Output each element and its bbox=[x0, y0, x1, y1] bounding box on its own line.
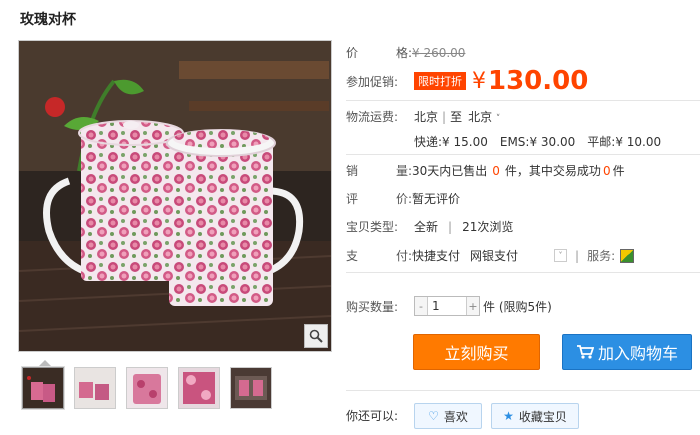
promo-price: 130.00 bbox=[488, 66, 589, 96]
label-char: 销 bbox=[346, 164, 359, 178]
divider bbox=[346, 100, 700, 101]
shipping-row: 物流运费: 北京 | 至 北京 ˅ bbox=[346, 108, 500, 125]
price-row: 价 格: ¥ 260.00 bbox=[346, 44, 465, 61]
service-icon[interactable] bbox=[620, 248, 635, 263]
main-product-image[interactable] bbox=[18, 40, 332, 352]
express-price: ¥ 15.00 bbox=[442, 134, 488, 149]
bank-pay: 网银支付 bbox=[470, 249, 519, 263]
price-label: 价 格: bbox=[346, 44, 412, 61]
sales-text: 件 bbox=[612, 164, 625, 178]
ems-label: EMS: bbox=[499, 134, 530, 149]
shipping-prices: 快递: ¥ 15.00 EMS: ¥ 30.00 平邮: ¥ 10.00 bbox=[414, 133, 661, 150]
heart-icon: ♡ bbox=[428, 409, 439, 423]
thumbnail-image bbox=[179, 368, 219, 408]
ems-price: ¥ 30.00 bbox=[529, 134, 576, 149]
type-label: 宝贝类型: bbox=[346, 220, 399, 234]
thumbnail-image bbox=[127, 368, 167, 408]
divider bbox=[346, 154, 700, 155]
promo-badge: 限时打折 bbox=[414, 72, 466, 90]
sold-count: 0 bbox=[492, 163, 500, 178]
quantity-row: 购买数量: - 1 + 件 (限购5件) bbox=[346, 296, 552, 316]
ship-from: 北京 bbox=[414, 110, 439, 124]
view-count: 21次浏览 bbox=[462, 220, 514, 234]
payment-row: 支 付: 快捷支付 网银支付 ˅ | 服务: bbox=[346, 247, 635, 264]
zoom-button[interactable] bbox=[304, 324, 328, 348]
mail-price: ¥ 10.00 bbox=[615, 134, 662, 149]
original-price: ¥ 260.00 bbox=[412, 45, 466, 60]
star-icon: ★ bbox=[503, 409, 514, 423]
separator: | bbox=[575, 248, 580, 263]
divider bbox=[346, 272, 700, 273]
label-char: 评 bbox=[346, 192, 359, 206]
thumbnail-image bbox=[75, 368, 115, 408]
ship-to-prefix: 至 bbox=[450, 110, 463, 124]
yen-symbol: ¥ bbox=[472, 68, 486, 94]
mugs-photo bbox=[19, 41, 331, 351]
thumbnail-image bbox=[231, 368, 271, 408]
add-cart-label: 加入购物车 bbox=[597, 344, 678, 363]
type-row: 宝贝类型: 全新 | 21次浏览 bbox=[346, 218, 513, 235]
thumbnail-pointer bbox=[39, 360, 51, 366]
product-title: 玫瑰对杯 bbox=[20, 12, 76, 28]
chevron-down-icon: ˅ bbox=[558, 251, 563, 260]
sales-text: 30天内已售出 bbox=[412, 164, 488, 178]
thumbnail-4[interactable] bbox=[178, 367, 220, 409]
quantity-stepper: - 1 + bbox=[414, 296, 480, 316]
quantity-limit: 件 (限购5件) bbox=[483, 299, 552, 314]
condition: 全新 bbox=[414, 220, 439, 234]
separator: | bbox=[448, 219, 453, 234]
buy-now-button[interactable]: 立刻购买 bbox=[413, 334, 540, 370]
sales-label: 销 量: bbox=[346, 162, 412, 179]
label-char: 付: bbox=[395, 249, 412, 263]
label-char: 量: bbox=[395, 164, 412, 178]
favorite-label: 收藏宝贝 bbox=[518, 409, 567, 424]
minus-button[interactable]: - bbox=[415, 297, 427, 315]
quantity-input[interactable]: 1 bbox=[427, 297, 467, 315]
mail-label: 平邮: bbox=[587, 135, 616, 149]
express-label: 快递: bbox=[414, 135, 443, 149]
add-to-cart-button[interactable]: 加入购物车 bbox=[562, 334, 692, 370]
label-char: 价 bbox=[346, 46, 359, 60]
sales-row: 销 量: 30天内已售出 0 件，其中交易成功 0 件 bbox=[346, 162, 625, 179]
thumbnail-image bbox=[23, 368, 63, 408]
shipping-label: 物流运费: bbox=[346, 110, 399, 124]
plus-button[interactable]: + bbox=[467, 297, 479, 315]
promo-label: 参加促销: bbox=[346, 74, 399, 89]
quick-pay: 快捷支付 bbox=[412, 249, 461, 263]
sales-text: 件，其中交易成功 bbox=[504, 164, 601, 178]
like-label: 喜欢 bbox=[443, 409, 468, 424]
ship-to-city: 北京 bbox=[468, 110, 493, 124]
thumbnail-3[interactable] bbox=[126, 367, 168, 409]
review-row: 评 价: 暂无评价 bbox=[346, 190, 460, 207]
review-label: 评 价: bbox=[346, 190, 412, 207]
like-button[interactable]: ♡ 喜欢 bbox=[414, 403, 482, 429]
cart-icon bbox=[576, 345, 594, 359]
chevron-down-icon: ˅ bbox=[495, 114, 501, 124]
magnifier-icon bbox=[309, 329, 323, 343]
ship-to-select[interactable]: 北京 ˅ bbox=[468, 108, 500, 125]
favorite-button[interactable]: ★ 收藏宝贝 bbox=[491, 403, 579, 429]
divider bbox=[346, 390, 700, 391]
also-label: 你还可以: bbox=[346, 409, 399, 423]
thumbnail-5[interactable] bbox=[230, 367, 272, 409]
payment-dropdown[interactable]: ˅ bbox=[554, 249, 568, 262]
payment-label: 支 付: bbox=[346, 247, 412, 264]
quantity-label: 购买数量: bbox=[346, 299, 399, 314]
thumbnail-1[interactable] bbox=[21, 366, 65, 410]
label-char: 支 bbox=[346, 249, 359, 263]
promo-row: 参加促销: 限时打折 ¥ 130.00 bbox=[346, 66, 588, 96]
thumbnail-2[interactable] bbox=[74, 367, 116, 409]
label-char: 格: bbox=[395, 46, 412, 60]
buy-now-label: 立刻购买 bbox=[444, 344, 509, 363]
review-text: 暂无评价 bbox=[412, 192, 461, 206]
service-label: 服务: bbox=[587, 249, 616, 263]
separator: | bbox=[442, 109, 447, 124]
success-count: 0 bbox=[602, 163, 611, 178]
label-char: 价: bbox=[395, 192, 412, 206]
